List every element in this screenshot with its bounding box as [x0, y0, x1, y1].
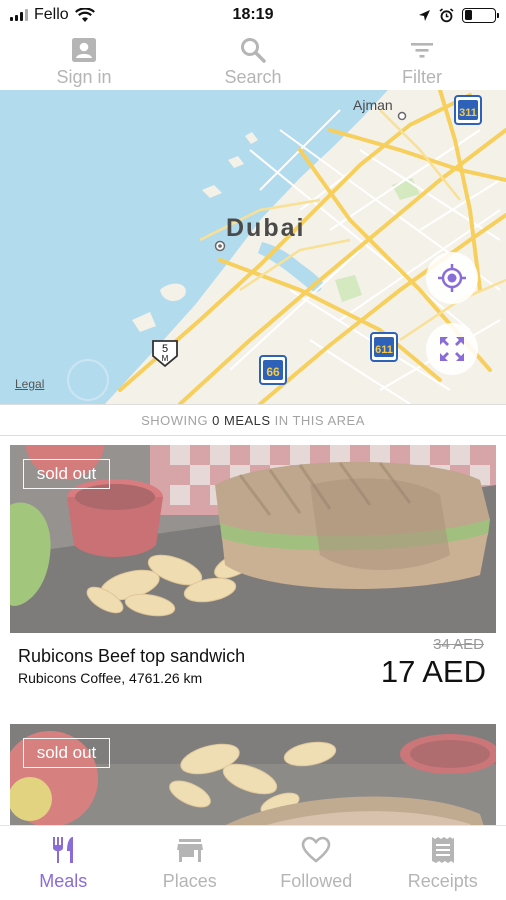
meal-name: Rubicons Beef top sandwich: [18, 646, 246, 666]
carrier-name: Fello: [34, 6, 69, 23]
search-button[interactable]: Search: [169, 30, 337, 90]
route-shield-label: 66: [266, 365, 280, 379]
map-city-label: Dubai: [226, 214, 306, 242]
tab-followed[interactable]: Followed: [253, 826, 380, 900]
crosshair-icon: [438, 264, 466, 292]
map-legal-link[interactable]: Legal: [15, 377, 44, 391]
map-town-label: Ajman: [353, 97, 393, 113]
route-sign-icon: 5 M: [152, 340, 178, 368]
battery-level: [464, 10, 472, 20]
account-box-icon: [72, 38, 96, 62]
meal-photo: sold out: [10, 445, 496, 633]
tab-places-label: Places: [162, 871, 217, 891]
sign-in-button[interactable]: Sign in: [0, 30, 168, 90]
results-suffix: IN THIS AREA: [274, 412, 365, 428]
tab-places[interactable]: Places: [127, 826, 254, 900]
filter-label: Filter: [402, 67, 442, 87]
expand-map-button[interactable]: [426, 323, 478, 375]
meal-card[interactable]: sold out Rubicons Beef top sandwich Rubi…: [10, 445, 496, 723]
status-left: Fello: [10, 6, 95, 24]
route-shield-icon: 311: [454, 95, 482, 125]
tab-receipts[interactable]: Receipts: [380, 826, 506, 900]
store-icon: [176, 839, 203, 862]
search-icon: [241, 38, 266, 63]
tab-meals[interactable]: Meals: [0, 826, 127, 900]
signal-strength-icon: [10, 9, 28, 21]
route-shield-icon: 66: [259, 355, 287, 385]
route-shield-label: 611: [375, 344, 393, 356]
wifi-icon: [74, 7, 95, 22]
status-time: 18:19: [232, 6, 274, 23]
top-toolbar: Sign in Search Filter: [0, 30, 506, 90]
sold-out-badge: sold out: [23, 738, 110, 768]
results-summary: SHOWING 0 MEALS IN THIS AREA: [0, 404, 506, 436]
route-shield-label: 311: [459, 107, 477, 119]
results-prefix: SHOWING: [141, 412, 209, 428]
search-label: Search: [224, 67, 282, 87]
route-shield-icon: 611: [370, 332, 398, 362]
results-count: 0 MEALS: [212, 412, 271, 428]
status-bar: Fello 18:19: [0, 0, 506, 30]
tab-followed-label: Followed: [280, 871, 353, 891]
filter-icon: [411, 43, 433, 58]
meal-price: 17 AED: [380, 654, 486, 689]
meal-info: Rubicons Beef top sandwich Rubicons Coff…: [10, 633, 496, 723]
map-view[interactable]: Dubai Ajman 311 611 66 5 M Legal: [0, 90, 506, 404]
status-right: [418, 7, 499, 23]
location-arrow-icon: [419, 9, 430, 21]
alarm-icon: [439, 7, 454, 22]
locate-me-button[interactable]: [426, 252, 478, 304]
bottom-tab-bar: Meals Places Followed Receipts: [0, 825, 506, 900]
tab-receipts-label: Receipts: [407, 871, 478, 891]
receipt-icon: [431, 837, 454, 863]
sign-in-label: Sign in: [56, 67, 112, 87]
battery-icon: [462, 7, 499, 23]
cutlery-icon: [53, 837, 74, 863]
fullscreen-icon: [440, 337, 464, 361]
tab-meals-label: Meals: [39, 871, 88, 891]
meal-original-price: 34 AED: [433, 636, 484, 653]
route-sign-letter: M: [162, 354, 169, 363]
filter-button[interactable]: Filter: [338, 30, 506, 90]
meal-place-distance: Rubicons Coffee, 4761.26 km: [18, 670, 203, 686]
sold-out-badge: sold out: [23, 459, 110, 489]
heart-icon: [301, 836, 331, 863]
